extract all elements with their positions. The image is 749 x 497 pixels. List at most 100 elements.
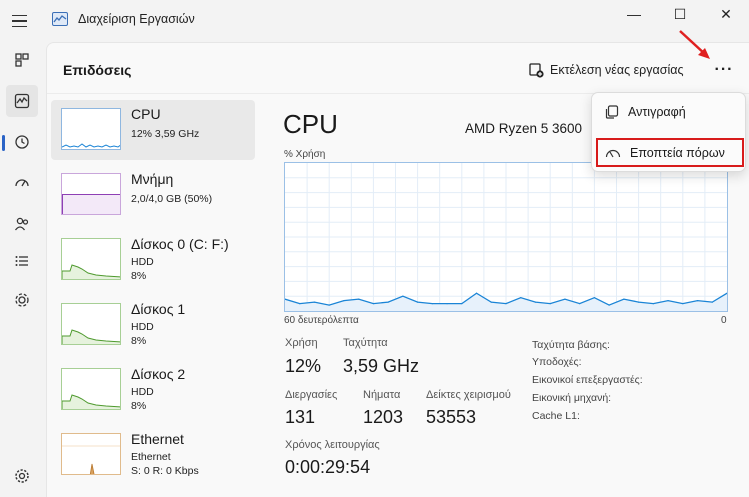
performance-icon	[14, 93, 30, 109]
speed-label: Ταχύτητα	[343, 337, 388, 349]
active-nav-indicator	[2, 135, 5, 151]
page-title: Επιδόσεις	[63, 62, 132, 78]
perf-item-name: Μνήμη	[131, 171, 174, 187]
graph-y-label: % Χρήση	[284, 149, 326, 160]
settings-icon	[15, 469, 29, 483]
graph-x-end-label: 0	[721, 315, 727, 326]
nav-users[interactable]	[6, 208, 38, 240]
usage-value: 12%	[285, 356, 322, 376]
window-title: Διαχείριση Εργασιών	[78, 12, 195, 26]
nav-details[interactable]	[6, 245, 38, 277]
nav-processes[interactable]	[6, 44, 38, 76]
cpu-usage-point	[299, 303, 301, 305]
cpu-usage-point	[358, 298, 360, 300]
handles-value: 53553	[426, 407, 477, 427]
resource-monitor-highlight-box	[596, 138, 744, 167]
nav-startup-apps[interactable]	[6, 167, 38, 199]
task-manager-app-icon	[52, 12, 68, 26]
speed-value: 3,59 GHz	[343, 356, 420, 376]
graph-x-label: 60 δευτερόλεπτα	[284, 315, 359, 326]
run-new-task-label: Εκτέλεση νέας εργασίας	[550, 63, 684, 77]
cpu-usage-point	[461, 303, 463, 305]
virtual-machine-label: Εικονική μηχανή:	[532, 392, 612, 404]
cpu-usage-point	[638, 301, 640, 303]
perf-item-memory[interactable]: Μνήμη 2,0/4,0 GB (50%)	[51, 165, 255, 225]
cpu-usage-point	[520, 297, 522, 299]
cpu-usage-point	[682, 303, 684, 305]
usage-label: Χρήση	[285, 337, 318, 349]
perf-item-name: CPU	[131, 106, 161, 122]
cache-l1-label: Cache L1:	[532, 410, 580, 422]
uptime-label: Χρόνος λειτουργίας	[285, 439, 380, 451]
maximize-button[interactable]: ☐	[657, 0, 703, 28]
users-icon	[14, 217, 29, 231]
cpu-usage-point	[667, 300, 669, 302]
nav-services[interactable]	[6, 284, 38, 316]
perf-item-usage: 8%	[131, 400, 147, 412]
run-new-task-button[interactable]: Εκτέλεση νέας εργασίας	[529, 59, 684, 81]
sockets-label: Υποδοχές:	[532, 356, 582, 368]
perf-item-detail: 12% 3,59 GHz	[131, 128, 200, 140]
cpu-usage-point	[387, 301, 389, 303]
perf-item-name: Δίσκος 0 (C: F:)	[131, 236, 229, 252]
run-task-icon	[529, 62, 544, 78]
perf-item-usage: 8%	[131, 335, 147, 347]
title-bar: Διαχείριση Εργασιών — ☐ ✕	[0, 0, 749, 42]
cpu-usage-point	[417, 301, 419, 303]
perf-item-type: Ethernet	[131, 451, 171, 463]
cpu-usage-point	[564, 298, 566, 300]
nav-app-history[interactable]	[6, 126, 38, 158]
uptime-value: 0:00:29:54	[285, 457, 371, 477]
red-annotation-arrow	[679, 30, 710, 59]
perf-item-disk-1[interactable]: Δίσκος 1 HDD 8%	[51, 295, 255, 355]
perf-item-name: Δίσκος 2	[131, 366, 186, 382]
disk-2-thumbnail-graph	[61, 368, 121, 410]
threads-value: 1203	[363, 407, 404, 427]
threads-label: Νήματα	[363, 389, 401, 401]
nav-settings[interactable]	[6, 460, 38, 492]
cpu-usage-point	[652, 303, 654, 305]
perf-item-cpu[interactable]: CPU 12% 3,59 GHz	[51, 100, 255, 160]
cpu-usage-graph	[284, 162, 728, 312]
perf-item-usage: 8%	[131, 270, 147, 282]
menu-item-copy[interactable]: Αντιγραφή	[596, 97, 741, 127]
virtual-processors-label: Εικονικοί επεξεργαστές:	[532, 374, 643, 386]
cpu-usage-point	[608, 304, 610, 306]
disk-0-thumbnail-graph	[61, 238, 121, 280]
cpu-usage-point	[328, 304, 330, 306]
disk-1-thumbnail-graph	[61, 303, 121, 345]
minimize-button[interactable]: —	[611, 0, 657, 28]
perf-item-type: HDD	[131, 256, 154, 268]
cpu-usage-point	[431, 303, 433, 305]
cpu-usage-point	[534, 301, 537, 303]
processes-label: Διεργασίες	[285, 389, 338, 401]
cpu-usage-point	[579, 303, 581, 305]
cpu-usage-point	[343, 300, 345, 302]
cpu-usage-point	[313, 301, 316, 303]
perf-item-type: HDD	[131, 321, 154, 333]
perf-item-ethernet[interactable]: Ethernet Ethernet S: 0 R: 0 Kbps	[51, 425, 255, 485]
perf-item-detail: 2,0/4,0 GB (50%)	[131, 193, 213, 205]
cpu-usage-point	[505, 303, 507, 305]
copy-icon	[605, 105, 619, 119]
cpu-usage-point	[711, 301, 713, 303]
services-icon	[15, 293, 29, 307]
perf-item-name: Δίσκος 1	[131, 301, 186, 317]
processes-value: 131	[285, 407, 316, 427]
memory-thumbnail-graph	[61, 173, 121, 215]
perf-item-disk-2[interactable]: Δίσκος 2 HDD 8%	[51, 360, 255, 420]
menu-item-copy-label: Αντιγραφή	[628, 105, 686, 119]
nav-performance[interactable]	[6, 85, 38, 117]
perf-item-throughput: S: 0 R: 0 Kbps	[131, 465, 199, 477]
perf-item-type: HDD	[131, 386, 154, 398]
menu-icon[interactable]	[9, 10, 31, 32]
handles-label: Δείκτες χειρισμού	[426, 389, 511, 401]
cpu-usage-point	[490, 301, 492, 303]
close-button[interactable]: ✕	[703, 0, 749, 28]
detail-title: CPU	[283, 109, 338, 139]
perf-item-disk-0[interactable]: Δίσκος 0 (C: F:) HDD 8%	[51, 230, 255, 290]
app-history-icon	[15, 135, 29, 149]
cpu-usage-point	[549, 303, 551, 305]
cpu-usage-point	[475, 292, 478, 294]
processes-icon	[15, 53, 29, 67]
